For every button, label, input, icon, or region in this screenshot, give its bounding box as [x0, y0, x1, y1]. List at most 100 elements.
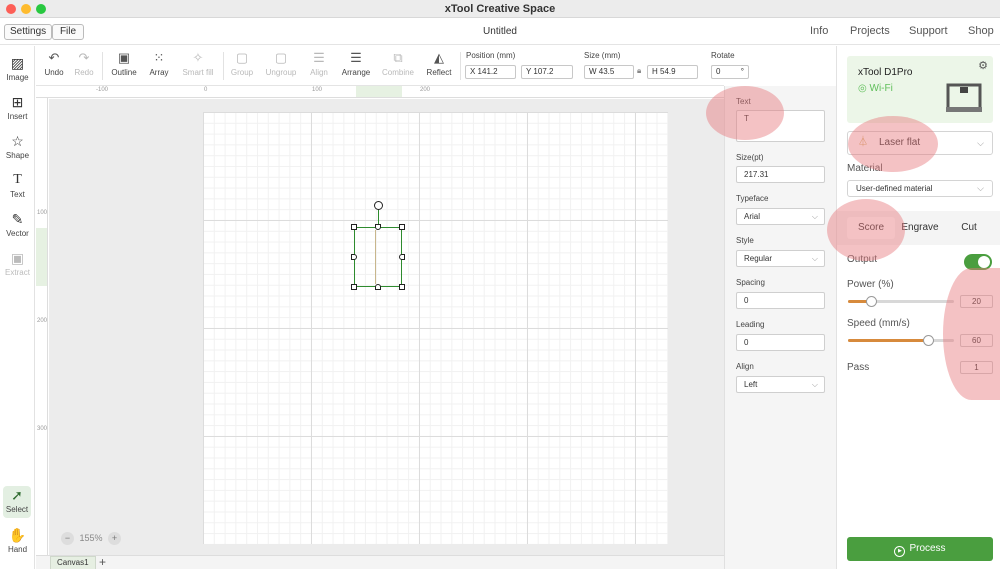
array-icon: ⁙	[153, 50, 165, 65]
rotate-handle[interactable]	[374, 201, 383, 210]
tool-hand[interactable]: ✋ Hand	[0, 526, 35, 562]
menu-bar: Settings File Untitled Info Projects Sup…	[0, 19, 1000, 45]
processing-type-tabs: Score Engrave Cut	[837, 211, 1000, 245]
rotate-label: Rotate	[711, 51, 735, 60]
ungroup-button[interactable]: ▢ Ungroup	[263, 50, 299, 77]
output-toggle[interactable]	[964, 254, 992, 270]
style-label: Style	[736, 236, 754, 245]
tool-insert[interactable]: ⊞ Insert	[0, 93, 35, 129]
toolbar-divider	[102, 52, 103, 80]
position-label: Position (mm)	[466, 51, 516, 60]
tab-cut[interactable]: Cut	[947, 217, 991, 239]
tool-select[interactable]: ➚ Select	[3, 486, 31, 518]
resize-handle-nw[interactable]	[351, 224, 357, 230]
title-bar: xTool Creative Space	[0, 0, 1000, 18]
resize-handle-n[interactable]	[375, 224, 381, 230]
power-slider[interactable]	[848, 296, 954, 307]
chevron-down-icon: ⌵	[977, 138, 984, 148]
leading-label: Leading	[736, 320, 765, 329]
text-properties-panel: Text T Size(pt) 217.31 Typeface Arial ⌵ …	[724, 86, 836, 569]
laser-mode-select[interactable]: ⏃ Laser flat ⌵	[847, 131, 993, 155]
nav-shop[interactable]: Shop	[968, 25, 994, 37]
nav-projects[interactable]: Projects	[850, 25, 890, 37]
ruler-selection-marker	[36, 228, 47, 286]
laser-machine-icon	[946, 83, 982, 112]
redo-button[interactable]: ↷ Redo	[73, 50, 95, 77]
style-select[interactable]: Regular ⌵	[736, 250, 825, 267]
nav-info[interactable]: Info	[810, 25, 828, 37]
tool-image[interactable]: ▨ Image	[0, 54, 35, 90]
typeface-select[interactable]: Arial ⌵	[736, 208, 825, 225]
arrange-button[interactable]: ☰ Arrange	[340, 50, 372, 77]
combine-button[interactable]: ⧉ Combine	[380, 50, 416, 77]
toolbar-divider	[223, 52, 224, 80]
lock-ratio-icon[interactable]: 🔒︎	[637, 66, 641, 76]
align-button[interactable]: ☰ Align	[308, 50, 330, 77]
zoom-out-button[interactable]: −	[61, 532, 74, 545]
insert-icon: ⊞	[11, 94, 24, 110]
group-button[interactable]: ▢ Group	[229, 50, 255, 77]
tool-text[interactable]: T Text	[0, 171, 35, 207]
position-x-input[interactable]: X 141.2	[465, 65, 516, 79]
shape-icon: ☆	[11, 133, 24, 149]
speed-slider[interactable]	[848, 335, 954, 346]
device-card[interactable]: xTool D1Pro ◎ Wi-Fi ⚙	[847, 56, 993, 123]
position-y-input[interactable]: Y 107.2	[521, 65, 573, 79]
nav-support[interactable]: Support	[909, 25, 948, 37]
group-icon: ▢	[235, 50, 249, 65]
spacing-input[interactable]: 0	[736, 292, 825, 309]
canvas-tab-bar: Canvas1 +	[36, 555, 724, 569]
tab-engrave[interactable]: Engrave	[897, 217, 943, 239]
undo-button[interactable]: ↶ Undo	[43, 50, 65, 77]
add-canvas-button[interactable]: +	[99, 556, 106, 568]
reflect-button[interactable]: ◭ Reflect	[424, 50, 454, 77]
resize-handle-sw[interactable]	[351, 284, 357, 290]
tool-extract[interactable]: ▣ Extract	[0, 249, 35, 285]
size-label: Size (mm)	[584, 51, 621, 60]
tab-score[interactable]: Score	[847, 217, 895, 239]
width-input[interactable]: W 43.5	[584, 65, 634, 79]
settings-button[interactable]: Settings	[4, 24, 53, 40]
resize-handle-ne[interactable]	[399, 224, 405, 230]
resize-handle-w[interactable]	[351, 254, 357, 260]
chevron-down-icon: ⌵	[811, 254, 818, 263]
resize-handle-se[interactable]	[399, 284, 405, 290]
ungroup-icon: ▢	[274, 50, 288, 65]
speed-slider-handle[interactable]	[922, 335, 934, 346]
smart-fill-button[interactable]: ✧ Smart fill	[180, 50, 216, 77]
file-button[interactable]: File	[52, 24, 84, 40]
outline-button[interactable]: ▣ Outline	[110, 50, 138, 77]
gear-icon[interactable]: ⚙	[978, 59, 988, 72]
array-button[interactable]: ⁙ Array	[146, 50, 172, 77]
left-toolbar: ▨ Image ⊞ Insert ☆ Shape T Text ✎ Vector…	[0, 46, 35, 569]
rotate-input[interactable]: 0 °	[711, 65, 749, 79]
vector-icon: ✎	[11, 211, 24, 227]
resize-handle-e[interactable]	[399, 254, 405, 260]
align-icon: ☰	[313, 50, 325, 65]
speed-input[interactable]: 60	[960, 334, 993, 347]
pass-input[interactable]: 1	[960, 361, 993, 374]
zoom-control: − 155% +	[61, 532, 122, 546]
text-object-selection[interactable]	[354, 227, 402, 287]
tool-vector[interactable]: ✎ Vector	[0, 210, 35, 246]
tool-shape[interactable]: ☆ Shape	[0, 132, 35, 168]
text-glyph-stroke	[375, 230, 376, 284]
power-input[interactable]: 20	[960, 295, 993, 308]
leading-input[interactable]: 0	[736, 334, 825, 351]
outline-icon: ▣	[117, 50, 131, 65]
font-size-input[interactable]: 217.31	[736, 166, 825, 183]
canvas-tab[interactable]: Canvas1	[50, 556, 96, 569]
work-area[interactable]	[203, 112, 668, 544]
speed-label: Speed (mm/s)	[847, 318, 910, 329]
toolbar-divider	[460, 52, 461, 80]
power-slider-handle[interactable]	[866, 296, 878, 307]
material-select[interactable]: User-defined material ⌵	[847, 180, 993, 197]
zoom-in-button[interactable]: +	[108, 532, 122, 545]
text-icon: T	[13, 172, 22, 187]
text-content-input[interactable]: T	[736, 110, 825, 142]
resize-handle-s[interactable]	[375, 284, 381, 290]
height-input[interactable]: H 54.9	[647, 65, 698, 79]
align-select[interactable]: Left ⌵	[736, 376, 825, 393]
canvas-area[interactable]: − 155% +	[49, 99, 724, 555]
process-button[interactable]: ▶ Process	[847, 537, 993, 561]
